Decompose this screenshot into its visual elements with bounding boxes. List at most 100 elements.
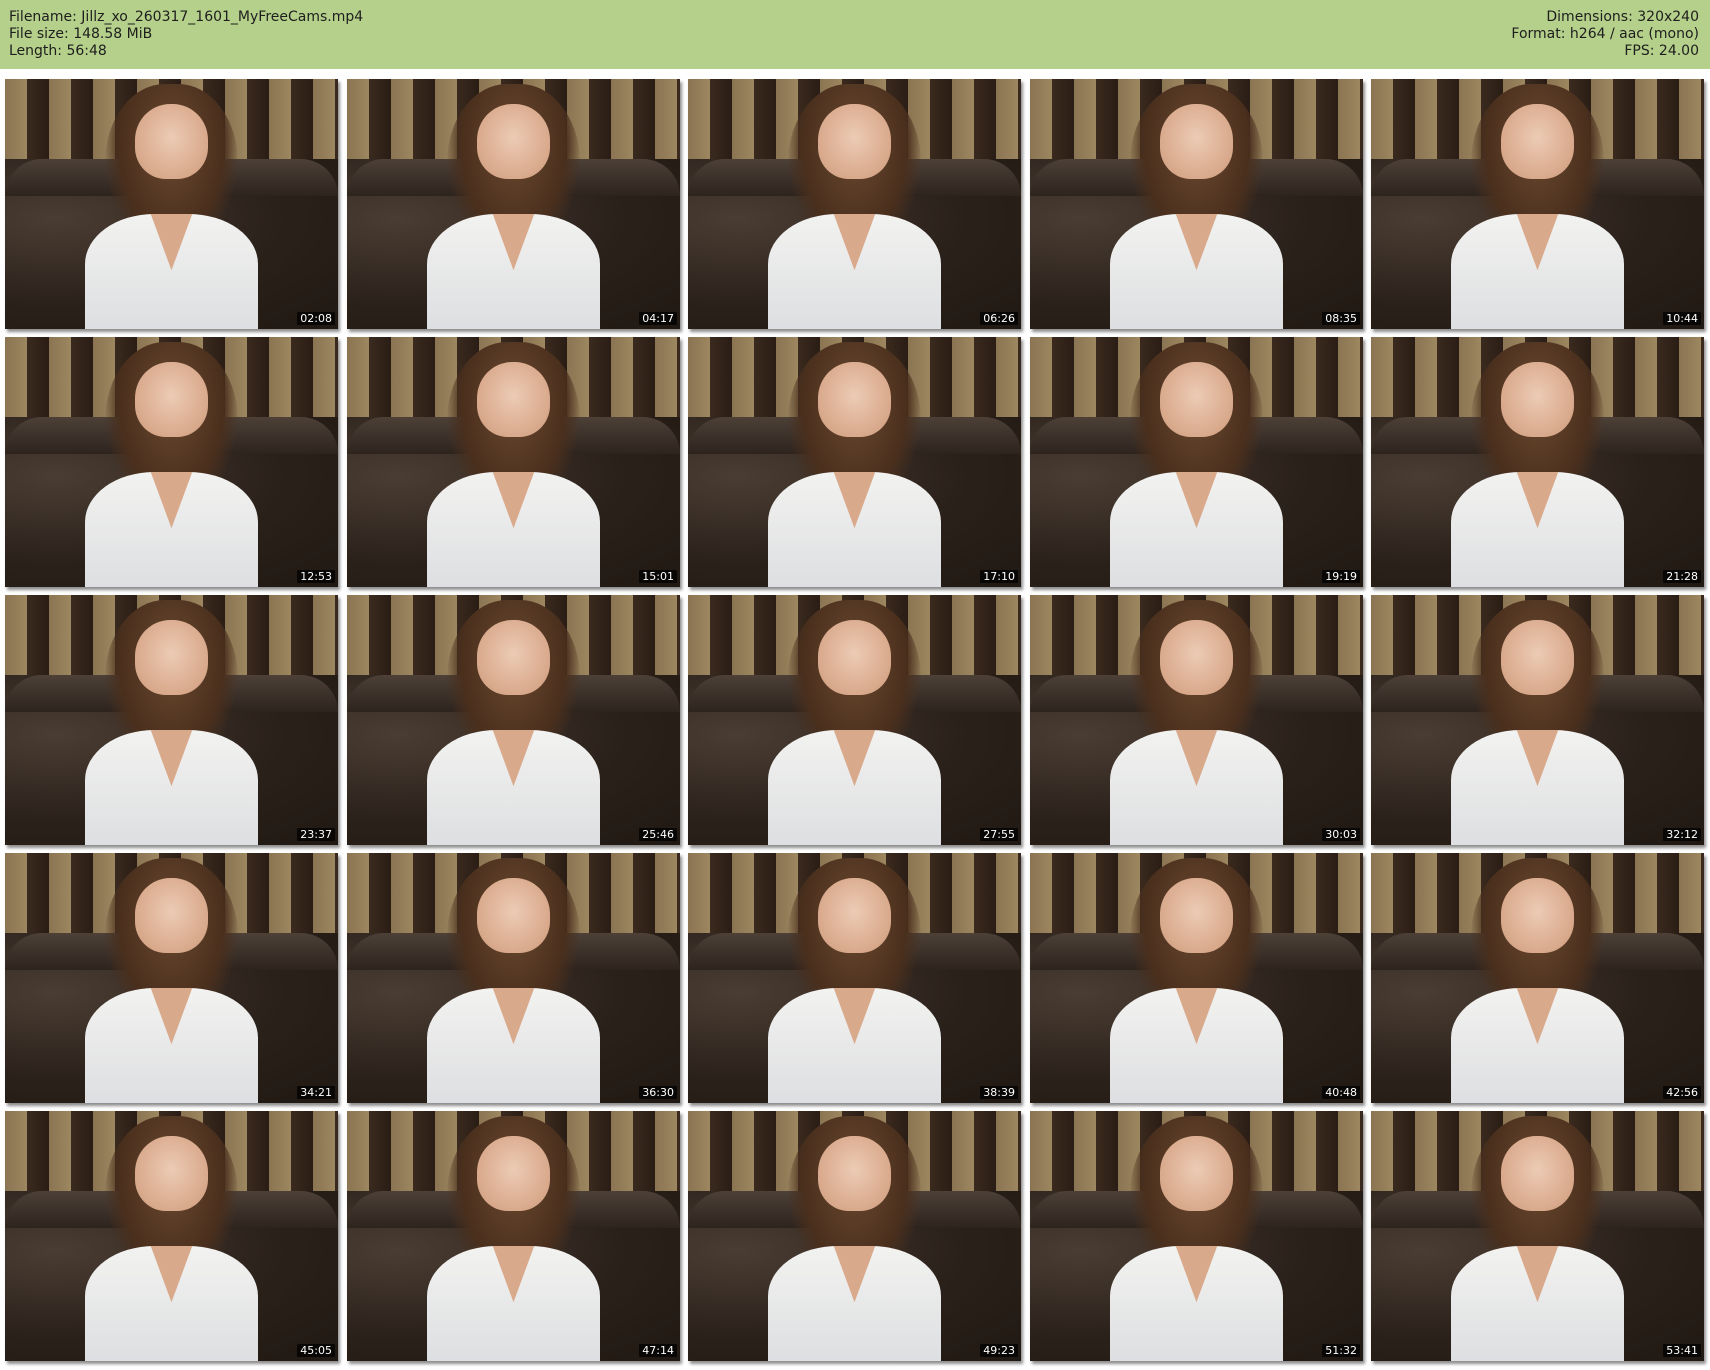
video-thumbnail: 02:08 bbox=[5, 79, 338, 329]
white-top bbox=[1450, 730, 1625, 845]
video-thumbnail: 06:26 bbox=[688, 79, 1021, 329]
timestamp-label: 10:44 bbox=[1663, 312, 1701, 325]
length-text: Length: 56:48 bbox=[9, 43, 107, 59]
white-top bbox=[84, 1246, 259, 1361]
timestamp-label: 19:19 bbox=[1322, 570, 1360, 583]
white-top bbox=[1450, 472, 1625, 587]
thumbnail-grid: 02:08 04:17 06:26 08:35 10:44 12:53 15:01 17:10… bbox=[0, 69, 1710, 1370]
face bbox=[476, 104, 551, 179]
face bbox=[817, 620, 892, 695]
video-thumbnail: 10:44 bbox=[1371, 79, 1704, 329]
face bbox=[1500, 620, 1575, 695]
video-thumbnail: 47:14 bbox=[347, 1111, 680, 1361]
white-top bbox=[426, 214, 601, 329]
face bbox=[817, 104, 892, 179]
video-thumbnail: 42:56 bbox=[1371, 853, 1704, 1103]
white-top bbox=[426, 730, 601, 845]
white-top bbox=[1109, 730, 1284, 845]
filename-text: Filename: Jillz_xo_260317_1601_MyFreeCam… bbox=[9, 9, 364, 25]
white-top bbox=[84, 472, 259, 587]
face bbox=[134, 620, 209, 695]
timestamp-label: 51:32 bbox=[1322, 1344, 1360, 1357]
white-top bbox=[767, 988, 942, 1103]
timestamp-label: 32:12 bbox=[1663, 828, 1701, 841]
face bbox=[1500, 362, 1575, 437]
face bbox=[1500, 104, 1575, 179]
video-thumbnail: 21:28 bbox=[1371, 337, 1704, 587]
video-thumbnail: 38:39 bbox=[688, 853, 1021, 1103]
video-thumbnail: 34:21 bbox=[5, 853, 338, 1103]
white-top bbox=[1109, 214, 1284, 329]
white-top bbox=[426, 988, 601, 1103]
video-thumbnail: 51:32 bbox=[1030, 1111, 1363, 1361]
white-top bbox=[767, 730, 942, 845]
white-top bbox=[84, 214, 259, 329]
timestamp-label: 23:37 bbox=[297, 828, 335, 841]
timestamp-label: 38:39 bbox=[980, 1086, 1018, 1099]
timestamp-label: 36:30 bbox=[639, 1086, 677, 1099]
white-top bbox=[767, 214, 942, 329]
fps-text: FPS: 24.00 bbox=[1624, 43, 1699, 59]
info-header: Filename: Jillz_xo_260317_1601_MyFreeCam… bbox=[0, 0, 1710, 69]
timestamp-label: 30:03 bbox=[1322, 828, 1360, 841]
face bbox=[134, 878, 209, 953]
white-top bbox=[84, 988, 259, 1103]
video-thumbnail: 25:46 bbox=[347, 595, 680, 845]
timestamp-label: 21:28 bbox=[1663, 570, 1701, 583]
face bbox=[134, 362, 209, 437]
timestamp-label: 49:23 bbox=[980, 1344, 1018, 1357]
white-top bbox=[1450, 214, 1625, 329]
timestamp-label: 47:14 bbox=[639, 1344, 677, 1357]
face bbox=[1500, 1136, 1575, 1211]
filesize-text: File size: 148.58 MiB bbox=[9, 26, 153, 42]
video-thumbnail: 49:23 bbox=[688, 1111, 1021, 1361]
face bbox=[817, 362, 892, 437]
face bbox=[1159, 878, 1234, 953]
white-top bbox=[426, 1246, 601, 1361]
face bbox=[476, 878, 551, 953]
timestamp-label: 08:35 bbox=[1322, 312, 1360, 325]
video-thumbnail: 23:37 bbox=[5, 595, 338, 845]
white-top bbox=[1450, 1246, 1625, 1361]
timestamp-label: 12:53 bbox=[297, 570, 335, 583]
face bbox=[134, 1136, 209, 1211]
video-thumbnail: 40:48 bbox=[1030, 853, 1363, 1103]
video-thumbnail: 45:05 bbox=[5, 1111, 338, 1361]
video-thumbnail: 30:03 bbox=[1030, 595, 1363, 845]
timestamp-label: 02:08 bbox=[297, 312, 335, 325]
timestamp-label: 06:26 bbox=[980, 312, 1018, 325]
face bbox=[1159, 104, 1234, 179]
video-thumbnail: 08:35 bbox=[1030, 79, 1363, 329]
white-top bbox=[426, 472, 601, 587]
format-text: Format: h264 / aac (mono) bbox=[1511, 26, 1699, 42]
video-thumbnail: 19:19 bbox=[1030, 337, 1363, 587]
file-info: Filename: Jillz_xo_260317_1601_MyFreeCam… bbox=[9, 9, 363, 60]
white-top bbox=[1109, 988, 1284, 1103]
timestamp-label: 53:41 bbox=[1663, 1344, 1701, 1357]
timestamp-label: 04:17 bbox=[639, 312, 677, 325]
video-thumbnail: 53:41 bbox=[1371, 1111, 1704, 1361]
white-top bbox=[767, 472, 942, 587]
video-thumbnail: 27:55 bbox=[688, 595, 1021, 845]
video-thumbnail: 32:12 bbox=[1371, 595, 1704, 845]
video-thumbnail: 04:17 bbox=[347, 79, 680, 329]
face bbox=[1159, 620, 1234, 695]
timestamp-label: 34:21 bbox=[297, 1086, 335, 1099]
face bbox=[817, 1136, 892, 1211]
white-top bbox=[767, 1246, 942, 1361]
face bbox=[476, 620, 551, 695]
timestamp-label: 42:56 bbox=[1663, 1086, 1701, 1099]
timestamp-label: 45:05 bbox=[297, 1344, 335, 1357]
dimensions-text: Dimensions: 320x240 bbox=[1546, 9, 1699, 25]
face bbox=[134, 104, 209, 179]
white-top bbox=[84, 730, 259, 845]
face bbox=[476, 1136, 551, 1211]
face bbox=[1500, 878, 1575, 953]
white-top bbox=[1450, 988, 1625, 1103]
timestamp-label: 15:01 bbox=[639, 570, 677, 583]
video-thumbnail: 12:53 bbox=[5, 337, 338, 587]
face bbox=[1159, 1136, 1234, 1211]
timestamp-label: 17:10 bbox=[980, 570, 1018, 583]
timestamp-label: 27:55 bbox=[980, 828, 1018, 841]
video-thumbnail: 17:10 bbox=[688, 337, 1021, 587]
